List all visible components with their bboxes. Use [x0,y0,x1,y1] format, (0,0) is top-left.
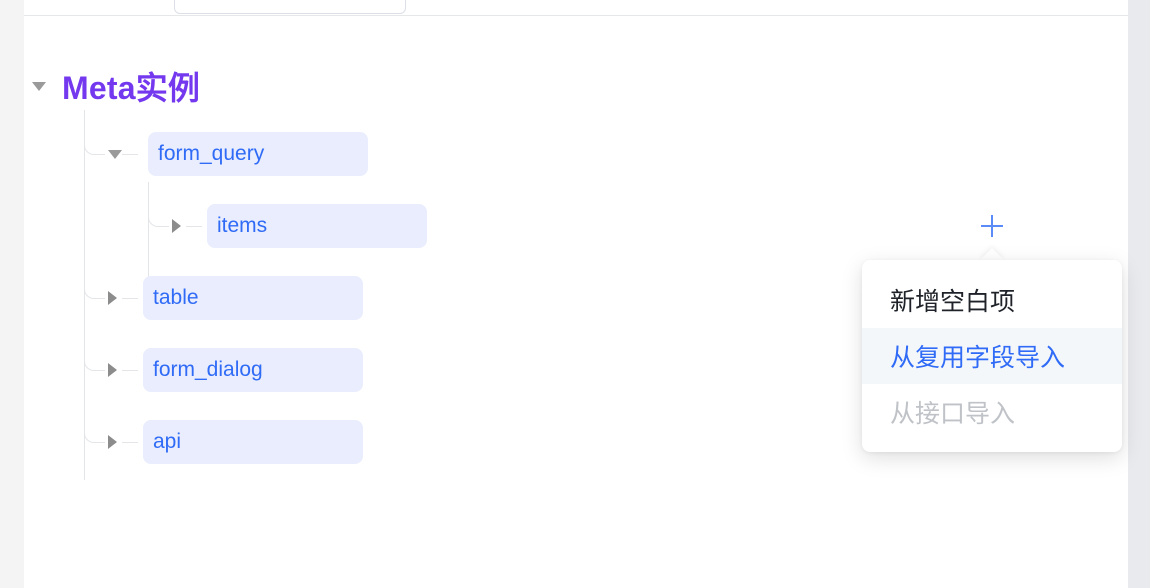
tree-root-row[interactable]: Meta实例 [32,62,200,110]
tree-elbow [84,348,105,371]
add-item-menu: 新增空白项 从复用字段导入 从接口导入 [862,260,1122,452]
content-canvas: Meta实例 form_query items table form_dialo… [24,0,1128,588]
node-pill[interactable]: form_dialog [143,348,363,392]
caret-right-icon[interactable] [108,435,117,449]
tree-node-form_dialog[interactable]: form_dialog [108,348,363,392]
right-gutter [1128,0,1150,588]
caret-right-icon[interactable] [108,291,117,305]
node-label: table [153,286,199,309]
left-gutter [0,0,24,588]
toolbar-strip [24,0,1128,15]
menu-item-new-blank[interactable]: 新增空白项 [862,272,1122,328]
tree-elbow [84,276,105,299]
menu-item-import-reuse-field[interactable]: 从复用字段导入 [862,328,1122,384]
caret-down-icon[interactable] [108,149,122,159]
tree-node-table[interactable]: table [108,276,363,320]
node-label: api [153,430,182,453]
node-pill[interactable]: items [207,204,427,248]
tree-node-items[interactable]: items [172,204,427,248]
node-pill[interactable]: form_query [148,132,368,176]
caret-right-icon[interactable] [172,219,181,233]
tree-elbow [148,204,169,227]
menu-item-label: 新增空白项 [890,288,1016,316]
menu-item-import-from-api: 从接口导入 [862,384,1122,440]
node-label: items [217,214,268,237]
caret-right-icon[interactable] [108,363,117,377]
tree-elbow [84,420,105,443]
menu-item-label: 从复用字段导入 [890,344,1066,372]
menu-item-label: 从接口导入 [890,400,1016,428]
tree-trunk-level2 [148,182,149,282]
node-pill[interactable]: api [143,420,363,464]
tree-node-form_query[interactable]: form_query [108,132,368,176]
app-root: Meta实例 form_query items table form_dialo… [0,0,1150,588]
tree-elbow [84,132,105,155]
tree-node-api[interactable]: api [108,420,363,464]
caret-down-icon[interactable] [32,81,46,91]
add-item-button[interactable] [974,208,1010,244]
plus-icon [981,215,1003,237]
tree-trunk-level1 [84,110,85,480]
page-title: Meta实例 [62,70,201,106]
node-label: form_dialog [153,358,263,381]
node-label: form_query [158,142,265,165]
search-input[interactable] [174,0,406,14]
node-pill[interactable]: table [143,276,363,320]
